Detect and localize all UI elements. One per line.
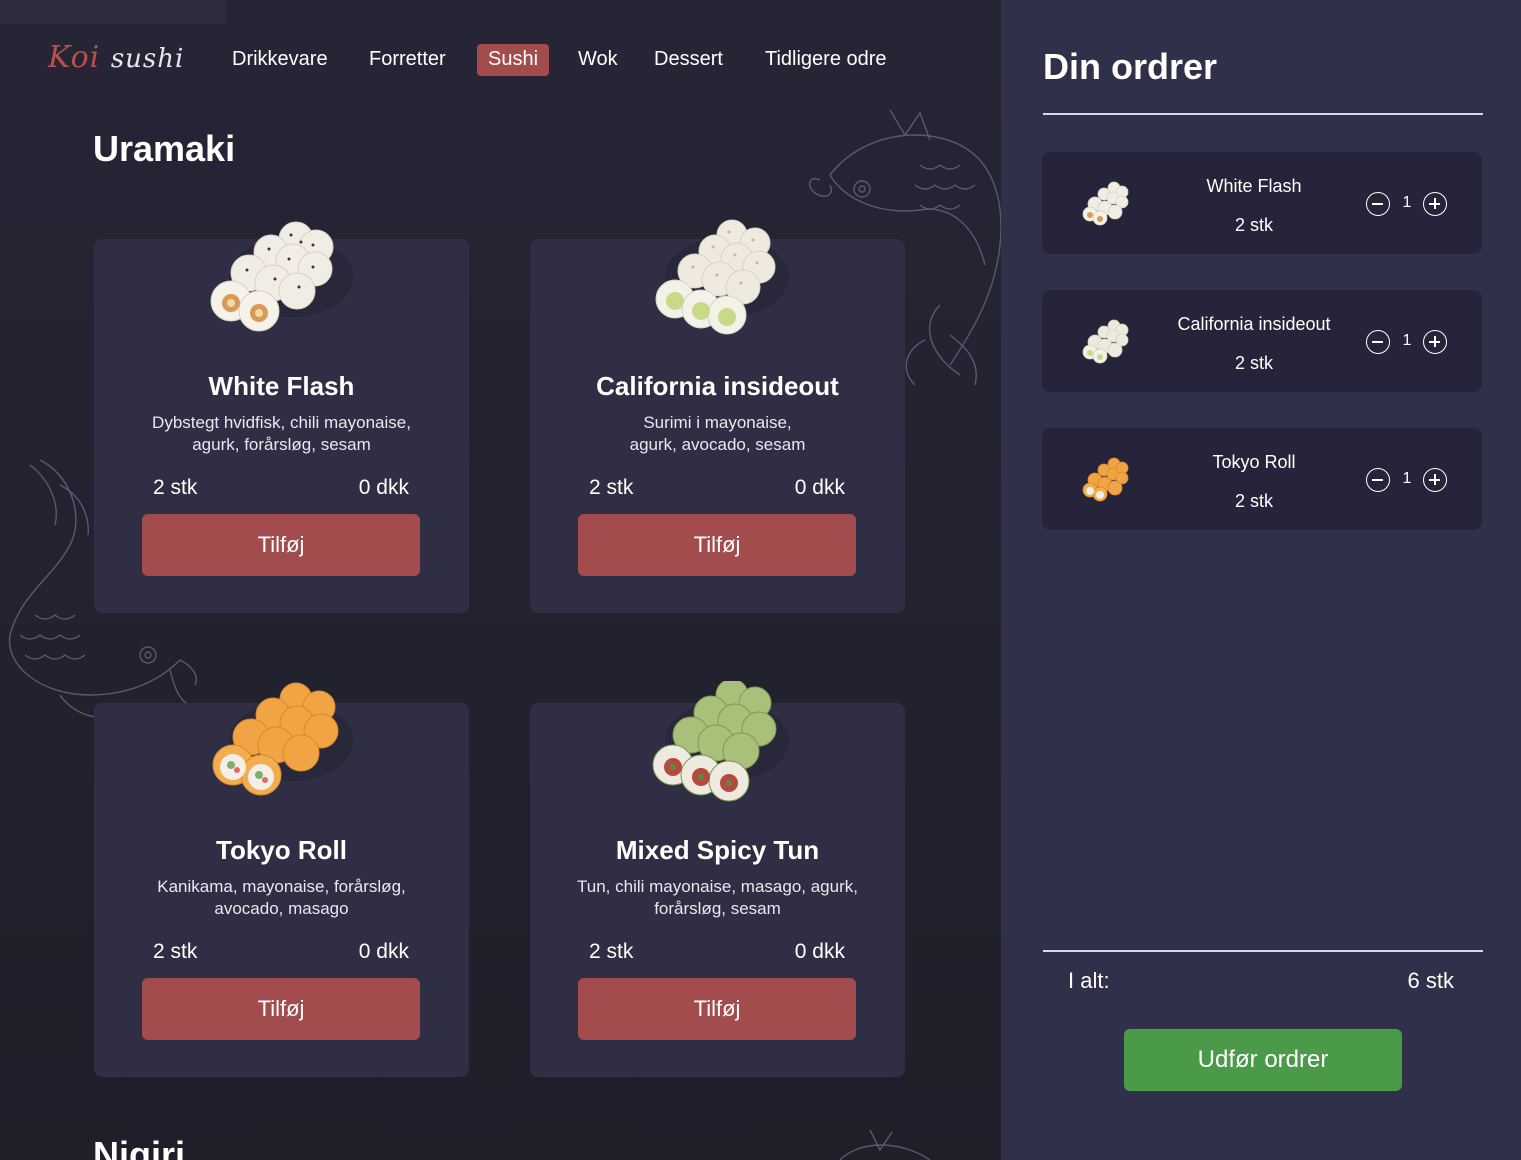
add-to-order-button[interactable]: Tilføj — [142, 978, 420, 1040]
product-name: Mixed Spicy Tun — [615, 835, 820, 865]
product-name: White Flash — [208, 371, 355, 401]
add-to-order-button[interactable]: Tilføj — [578, 978, 856, 1040]
add-to-order-button[interactable]: Tilføj — [578, 514, 856, 576]
order-title: Din ordrer — [1043, 46, 1218, 87]
product-description: Kanikama, mayonaise, forårsløg, avocado,… — [114, 876, 449, 920]
product-description: Dybstegt hvidfisk, chili mayonaise, agur… — [114, 412, 449, 456]
add-to-order-button[interactable]: Tilføj — [142, 514, 420, 576]
product-card: White Flash Dybstegt hvidfisk, chili may… — [94, 221, 469, 613]
product-price: 0 dkk — [358, 940, 409, 963]
brand-logo[interactable]: Koi sushi — [48, 40, 184, 75]
decrease-icon[interactable] — [1366, 192, 1390, 216]
product-quantity: 2 stk — [153, 940, 198, 963]
product-card: California insideout Surimi i mayonaise,… — [530, 219, 905, 613]
order-item-name: White Flash — [1206, 176, 1302, 196]
product-description-line: avocado, masago — [214, 899, 349, 918]
product-description-line: agurk, avocado, sesam — [629, 435, 806, 454]
increase-icon[interactable] — [1423, 330, 1447, 354]
order-item: California insideout 2 stk 1 — [1042, 290, 1482, 392]
product-price: 0 dkk — [358, 476, 409, 499]
nav-item-wok[interactable]: Wok — [578, 44, 618, 76]
total-value: 6 stk — [1407, 968, 1454, 993]
product-quantity: 2 stk — [153, 476, 198, 499]
decrease-icon[interactable] — [1366, 330, 1390, 354]
sushi-roll-image — [655, 219, 789, 335]
order-item-quantity: 2 stk — [1234, 353, 1273, 373]
logo-sushi-text: sushi — [110, 44, 185, 74]
product-quantity: 2 stk — [589, 940, 634, 963]
product-description-line: Dybstegt hvidfisk, chili mayonaise, — [152, 413, 411, 432]
nav-item-forretter[interactable]: Forretter — [369, 44, 446, 76]
sushi-roll-image — [212, 682, 353, 796]
product-description-line: forårsløg, sesam — [654, 899, 781, 918]
product-price: 0 dkk — [794, 476, 845, 499]
sushi-roll-image — [210, 221, 353, 332]
product-name: Tokyo Roll — [216, 835, 347, 865]
submit-order-button[interactable]: Udfør ordrer — [1124, 1029, 1402, 1091]
order-item-thumbnail — [1082, 181, 1129, 226]
product-description: Surimi i mayonaise, agurk, avocado, sesa… — [550, 412, 885, 456]
logo-koi-text: Koi — [48, 40, 101, 75]
menu-panel: Koi sushi Drikkevare Forretter Sushi Wok… — [0, 0, 1001, 1160]
product-description-line: Tun, chili mayonaise, masago, agurk, — [577, 877, 858, 896]
nav-item-tidligere-odre[interactable]: Tidligere odre — [765, 44, 887, 76]
quantity-stepper: 1 — [1366, 192, 1448, 216]
order-sidebar: Din ordrer White Flash 2 stk 1 Californi… — [1001, 0, 1521, 1160]
order-item-count: 1 — [1402, 470, 1412, 487]
nav-item-drikkevare[interactable]: Drikkevare — [232, 44, 328, 76]
product-price: 0 dkk — [794, 940, 845, 963]
product-name: California insideout — [596, 371, 839, 401]
product-description-line: Surimi i mayonaise, — [643, 413, 792, 432]
order-item-quantity: 2 stk — [1234, 491, 1273, 511]
order-item-count: 1 — [1402, 194, 1412, 211]
quantity-stepper: 1 — [1366, 330, 1448, 354]
product-quantity: 2 stk — [589, 476, 634, 499]
order-item-name: Tokyo Roll — [1212, 452, 1296, 472]
order-item-quantity: 2 stk — [1234, 215, 1273, 235]
product-card: Mixed Spicy Tun Tun, chili mayonaise, ma… — [530, 681, 905, 1077]
product-description-line: Kanikama, mayonaise, forårsløg, — [157, 877, 406, 896]
product-card: Tokyo Roll Kanikama, mayonaise, forårslø… — [94, 682, 469, 1077]
top-strip — [0, 0, 226, 24]
order-item-thumbnail — [1082, 319, 1129, 364]
koi-fish-decoration-bottom — [839, 1129, 931, 1160]
order-item: Tokyo Roll 2 stk 1 — [1042, 428, 1482, 530]
nav-item-dessert[interactable]: Dessert — [654, 44, 723, 76]
product-description: Tun, chili mayonaise, masago, agurk, for… — [550, 876, 885, 920]
next-section-title: Nigiri — [93, 1134, 186, 1160]
nav-item-sushi[interactable]: Sushi — [477, 44, 550, 76]
order-item-name: California insideout — [1177, 314, 1331, 334]
decrease-icon[interactable] — [1366, 468, 1390, 492]
increase-icon[interactable] — [1423, 468, 1447, 492]
section-title: Uramaki — [93, 128, 236, 169]
increase-icon[interactable] — [1423, 192, 1447, 216]
order-item-count: 1 — [1402, 332, 1412, 349]
order-item: White Flash 2 stk 1 — [1042, 152, 1482, 254]
divider — [1043, 950, 1483, 952]
quantity-stepper: 1 — [1366, 468, 1448, 492]
product-description-line: agurk, forårsløg, sesam — [192, 435, 371, 454]
divider — [1043, 113, 1483, 115]
total-label: I alt: — [1068, 968, 1110, 993]
order-item-thumbnail — [1082, 457, 1129, 502]
sushi-roll-image — [652, 681, 789, 802]
